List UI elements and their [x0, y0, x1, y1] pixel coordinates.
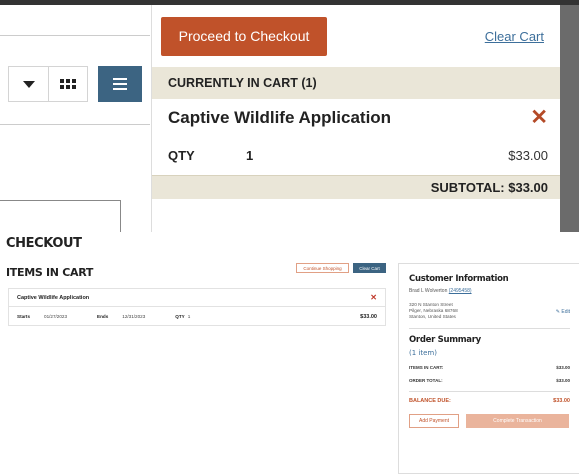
- cart-item-qty-row: QTY 1 $33.00: [152, 136, 560, 175]
- list-icon: [113, 78, 127, 90]
- divider: [0, 124, 150, 125]
- item-price: $33.00: [508, 148, 548, 163]
- clear-cart-link[interactable]: Clear Cart: [485, 29, 544, 44]
- items-label: ITEMS IN CART:: [409, 365, 444, 370]
- subtotal: SUBTOTAL: $33.00: [152, 175, 560, 199]
- grid-view-button[interactable]: [48, 66, 88, 102]
- cart-item-name: Captive Wildlife Application: [168, 107, 392, 127]
- order-total-row: ORDER TOTAL: $33.00: [409, 378, 570, 383]
- order-summary-panel: Customer Information Brad L Wolverton (2…: [398, 263, 579, 474]
- customer-name: Brad L Wolverton (2495458): [409, 288, 570, 294]
- scrollbar[interactable]: [560, 5, 579, 232]
- starts-value: 01/27/2023: [44, 314, 68, 319]
- balance-value: $33.00: [553, 398, 570, 404]
- customer-id-link[interactable]: (2495458): [449, 288, 472, 294]
- edit-label: Edit: [561, 309, 570, 315]
- clear-cart-button[interactable]: Clear Cart: [353, 263, 386, 273]
- remove-item-icon[interactable]: ✕: [370, 293, 377, 302]
- table-row: Starts 01/27/2023 Ends 12/31/2023 QTY 1 …: [9, 307, 385, 326]
- qty-value: 1: [187, 314, 191, 319]
- items-in-cart-title: ITEMS IN CART: [6, 266, 94, 279]
- qty-label: QTY: [175, 314, 185, 319]
- product-listing-area: Proceed to Checkout Clear Cart CURRENTLY…: [0, 0, 579, 232]
- items-value: $33.00: [556, 365, 570, 370]
- cart-section-title: CURRENTLY IN CART (1): [152, 67, 560, 99]
- chevron-down-icon: [22, 80, 35, 88]
- ends-value: 12/31/2023: [122, 314, 146, 319]
- page-title: CHECKOUT: [6, 235, 82, 252]
- list-view-button[interactable]: [98, 66, 142, 102]
- sort-dropdown-button[interactable]: [8, 66, 48, 102]
- balance-due-row: BALANCE DUE: $33.00: [409, 398, 570, 404]
- table-row: Captive Wildlife Application ✕: [9, 289, 385, 307]
- cart-item: Captive Wildlife Application ✕: [152, 99, 560, 136]
- ends-label: Ends: [97, 314, 109, 319]
- qty-label: QTY: [168, 148, 195, 163]
- mini-cart-header: Proceed to Checkout Clear Cart: [152, 5, 560, 67]
- customer-info-title: Customer Information: [409, 274, 509, 284]
- customer-address: 320 N Stanton Street Pilger, Nebraska 68…: [409, 302, 570, 320]
- order-total-value: $33.00: [556, 378, 570, 383]
- cart-table: Captive Wildlife Application ✕ Starts 01…: [8, 288, 386, 326]
- balance-label: BALANCE DUE:: [409, 398, 451, 404]
- order-total-label: ORDER TOTAL:: [409, 378, 443, 383]
- cart-item-name: Captive Wildlife Application: [17, 294, 90, 301]
- payment-actions: Add Payment Complete Transaction: [409, 414, 570, 428]
- continue-shopping-button[interactable]: Continue Shopping: [296, 263, 349, 273]
- divider: [0, 35, 150, 36]
- divider: [409, 391, 570, 392]
- starts-label: Starts: [17, 314, 31, 319]
- divider: [409, 328, 570, 329]
- customer-name-text: Brad L Wolverton: [409, 288, 448, 294]
- item-price: $33.00: [360, 313, 377, 320]
- pencil-icon: ✎: [555, 309, 560, 315]
- order-item-count: (1 item): [409, 349, 437, 357]
- items-in-cart-row: ITEMS IN CART: $33.00: [409, 365, 570, 370]
- filter-input[interactable]: [0, 200, 121, 232]
- order-summary-title: Order Summary: [409, 335, 481, 345]
- proceed-to-checkout-button[interactable]: Proceed to Checkout: [161, 16, 327, 56]
- edit-customer-link[interactable]: ✎ Edit: [556, 309, 570, 315]
- remove-item-icon[interactable]: ✕: [530, 105, 548, 130]
- grid-icon: [60, 79, 76, 89]
- address-line: Stanton, United States: [409, 314, 456, 319]
- complete-transaction-button[interactable]: Complete Transaction: [466, 414, 569, 428]
- qty-value: 1: [246, 148, 254, 163]
- mini-cart-dropdown: Proceed to Checkout Clear Cart CURRENTLY…: [151, 5, 560, 232]
- add-payment-button[interactable]: Add Payment: [409, 414, 459, 428]
